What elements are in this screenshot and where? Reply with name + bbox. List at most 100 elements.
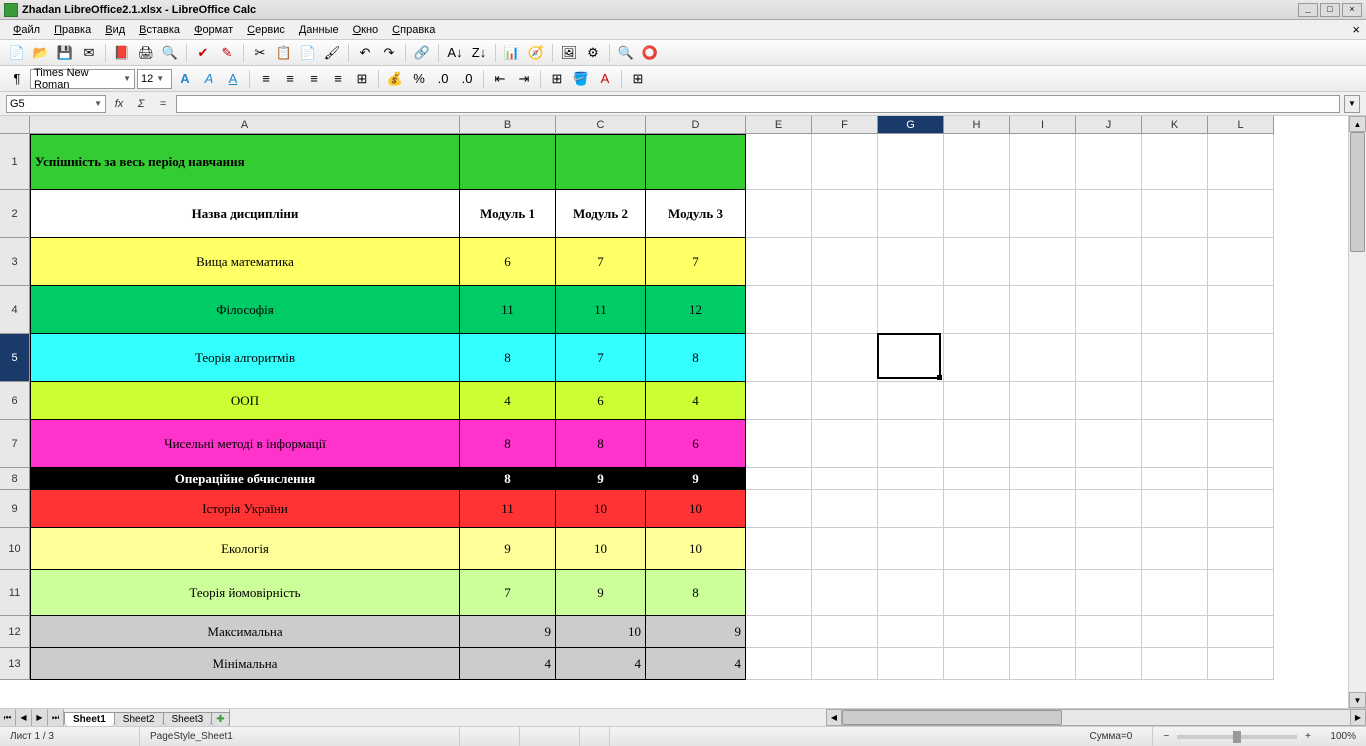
row-header-12[interactable]: 12 [0,616,30,648]
cell-L7[interactable] [1208,420,1274,468]
equals-button[interactable]: = [154,95,172,113]
save-button[interactable]: 💾 [54,42,76,64]
chart-button[interactable]: 📊 [501,42,523,64]
cell-A4[interactable]: Філософія [30,286,460,334]
tab-next-button[interactable]: ▶ [32,709,48,726]
sum-button[interactable]: Σ [132,95,150,113]
cell-A11[interactable]: Теорія йомовірність [30,570,460,616]
cell-E9[interactable] [746,490,812,528]
menu-help[interactable]: Справка [385,22,442,38]
zoom-out-button[interactable]: − [1163,731,1169,742]
sheet-tab-sheet2[interactable]: Sheet2 [114,712,164,726]
cell-C4[interactable]: 11 [556,286,646,334]
cell-F2[interactable] [812,190,878,238]
cell-K7[interactable] [1142,420,1208,468]
cell-F8[interactable] [812,468,878,490]
cell-B9[interactable]: 11 [460,490,556,528]
cell-G5[interactable] [878,334,944,382]
cell-B11[interactable]: 7 [460,570,556,616]
column-header-E[interactable]: E [746,116,812,134]
menu-file[interactable]: Файл [6,22,47,38]
cell-A1[interactable]: Успішність за весь період навчання [30,134,460,190]
cell-J5[interactable] [1076,334,1142,382]
cell-E10[interactable] [746,528,812,570]
sheet-tab-sheet3[interactable]: Sheet3 [163,712,213,726]
cell-I10[interactable] [1010,528,1076,570]
spellcheck-button[interactable]: ✔ [192,42,214,64]
cell-J8[interactable] [1076,468,1142,490]
cell-J4[interactable] [1076,286,1142,334]
cell-I4[interactable] [1010,286,1076,334]
cell-E3[interactable] [746,238,812,286]
tab-prev-button[interactable]: ◀ [16,709,32,726]
increase-indent-button[interactable]: ⇥ [513,68,535,90]
cell-A7[interactable]: Чисельні методі в інформації [30,420,460,468]
cell-L8[interactable] [1208,468,1274,490]
selection-mode[interactable] [520,727,580,746]
cell-J1[interactable] [1076,134,1142,190]
insert-mode[interactable] [460,727,520,746]
row-header-1[interactable]: 1 [0,134,30,190]
cell-E4[interactable] [746,286,812,334]
zoom-button[interactable]: 🔍 [615,42,637,64]
cell-grid[interactable]: Успішність за весь період навчанняНазва … [30,134,1348,708]
cell-F1[interactable] [812,134,878,190]
scroll-down-button[interactable]: ▼ [1349,692,1366,708]
cell-D2[interactable]: Модуль 3 [646,190,746,238]
scroll-thumb[interactable] [842,710,1062,725]
column-header-I[interactable]: I [1010,116,1076,134]
cell-B3[interactable]: 6 [460,238,556,286]
align-justify-button[interactable]: ≡ [327,68,349,90]
grid-lines-button[interactable]: ⊞ [627,68,649,90]
cell-A3[interactable]: Вища математика [30,238,460,286]
cell-K6[interactable] [1142,382,1208,420]
format-paintbrush-button[interactable]: 🖌 [321,42,343,64]
navigator-button[interactable]: 🧭 [525,42,547,64]
zoom-in-button[interactable]: + [1305,731,1311,742]
cell-L2[interactable] [1208,190,1274,238]
bg-color-button[interactable]: 🪣 [570,68,592,90]
cell-D11[interactable]: 8 [646,570,746,616]
menu-insert[interactable]: Вставка [132,22,187,38]
cell-A2[interactable]: Назва дисципліни [30,190,460,238]
cell-J2[interactable] [1076,190,1142,238]
cell-B4[interactable]: 11 [460,286,556,334]
cell-H7[interactable] [944,420,1010,468]
cell-H8[interactable] [944,468,1010,490]
cell-L9[interactable] [1208,490,1274,528]
add-decimal-button[interactable]: .0 [432,68,454,90]
cell-D13[interactable]: 4 [646,648,746,680]
cell-B6[interactable]: 4 [460,382,556,420]
cell-F4[interactable] [812,286,878,334]
cell-J13[interactable] [1076,648,1142,680]
cell-F7[interactable] [812,420,878,468]
export-pdf-button[interactable]: 📕 [111,42,133,64]
cell-B2[interactable]: Модуль 1 [460,190,556,238]
cell-K9[interactable] [1142,490,1208,528]
cell-C6[interactable]: 6 [556,382,646,420]
cell-I9[interactable] [1010,490,1076,528]
cell-G12[interactable] [878,616,944,648]
cell-F13[interactable] [812,648,878,680]
scroll-track[interactable] [842,709,1350,726]
tab-first-button[interactable]: ⏮ [0,709,16,726]
cell-A6[interactable]: ООП [30,382,460,420]
cell-J9[interactable] [1076,490,1142,528]
redo-button[interactable]: ↷ [378,42,400,64]
cell-L12[interactable] [1208,616,1274,648]
cell-I1[interactable] [1010,134,1076,190]
cell-D6[interactable]: 4 [646,382,746,420]
cell-L1[interactable] [1208,134,1274,190]
cell-K3[interactable] [1142,238,1208,286]
cell-L11[interactable] [1208,570,1274,616]
cell-F9[interactable] [812,490,878,528]
cell-C8[interactable]: 9 [556,468,646,490]
cell-C13[interactable]: 4 [556,648,646,680]
borders-button[interactable]: ⊞ [546,68,568,90]
email-button[interactable]: ✉ [78,42,100,64]
cell-I13[interactable] [1010,648,1076,680]
align-left-button[interactable]: ≡ [255,68,277,90]
scroll-thumb[interactable] [1350,132,1365,252]
cell-E2[interactable] [746,190,812,238]
cell-K10[interactable] [1142,528,1208,570]
